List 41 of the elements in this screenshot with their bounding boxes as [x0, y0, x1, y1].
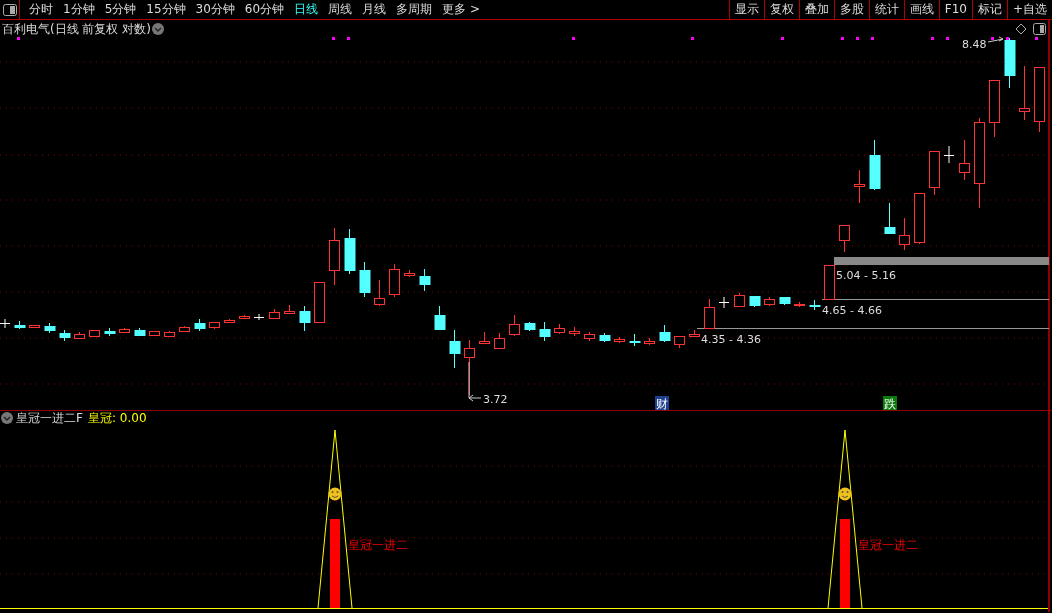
toolbar-button[interactable]: 统计 — [868, 0, 904, 19]
leader-line — [468, 361, 482, 402]
toolbar-button[interactable]: F10 — [938, 0, 972, 19]
smiley-icon — [838, 487, 852, 501]
event-marker[interactable]: 跌 — [883, 396, 897, 410]
stock-title: 百利电气(日线 前复权 对数) — [2, 22, 151, 36]
period-tab[interactable]: 1分钟 — [58, 0, 100, 19]
period-tab[interactable]: 多周期 — [391, 0, 438, 19]
panel-toggle-icon[interactable] — [2, 3, 17, 16]
indicator-name: 皇冠一进二F — [16, 411, 83, 425]
indicator-value: 皇冠: 0.00 — [88, 411, 147, 425]
toolbar-button[interactable]: 叠加 — [798, 0, 834, 19]
period-tab[interactable]: 周线 — [323, 0, 358, 19]
diamond-icon[interactable] — [1015, 23, 1027, 35]
price-label: 4.35 - 4.36 — [701, 333, 761, 346]
period-tab[interactable]: 月线 — [357, 0, 392, 19]
toolbar-button[interactable]: +自选 — [1006, 0, 1052, 19]
period-tab[interactable]: 日线 — [289, 0, 324, 19]
toolbar-button[interactable]: 画线 — [903, 0, 939, 19]
period-tab[interactable]: 60分钟 — [239, 0, 290, 19]
smiley-icon — [328, 487, 342, 501]
leader-line — [987, 36, 1004, 43]
event-marker[interactable]: 财 — [655, 396, 669, 410]
toolbar-button[interactable]: 复权 — [763, 0, 799, 19]
price-label: 5.04 - 5.16 — [836, 269, 896, 282]
period-tab[interactable]: 15分钟 — [141, 0, 191, 19]
period-tab[interactable]: 分时 — [24, 0, 58, 19]
dropdown-icon[interactable] — [152, 23, 164, 35]
price-label: 4.65 - 4.66 — [822, 304, 882, 317]
signal-label: 皇冠一进二 — [858, 538, 918, 552]
collapse-icon[interactable] — [1, 412, 13, 424]
toolbar-button[interactable]: 多股 — [833, 0, 869, 19]
panel-toggle-icon[interactable] — [1033, 23, 1046, 35]
period-tab[interactable]: 5分钟 — [99, 0, 142, 19]
toolbar-button[interactable]: 标记 — [971, 0, 1007, 19]
period-tab[interactable]: 30分钟 — [190, 0, 240, 19]
period-tab[interactable]: 更多 > — [437, 0, 485, 19]
price-label: 8.48 — [962, 38, 987, 51]
toolbar-button[interactable]: 显示 — [728, 0, 764, 19]
price-label: 3.72 — [483, 393, 508, 406]
signal-label: 皇冠一进二 — [348, 538, 408, 552]
